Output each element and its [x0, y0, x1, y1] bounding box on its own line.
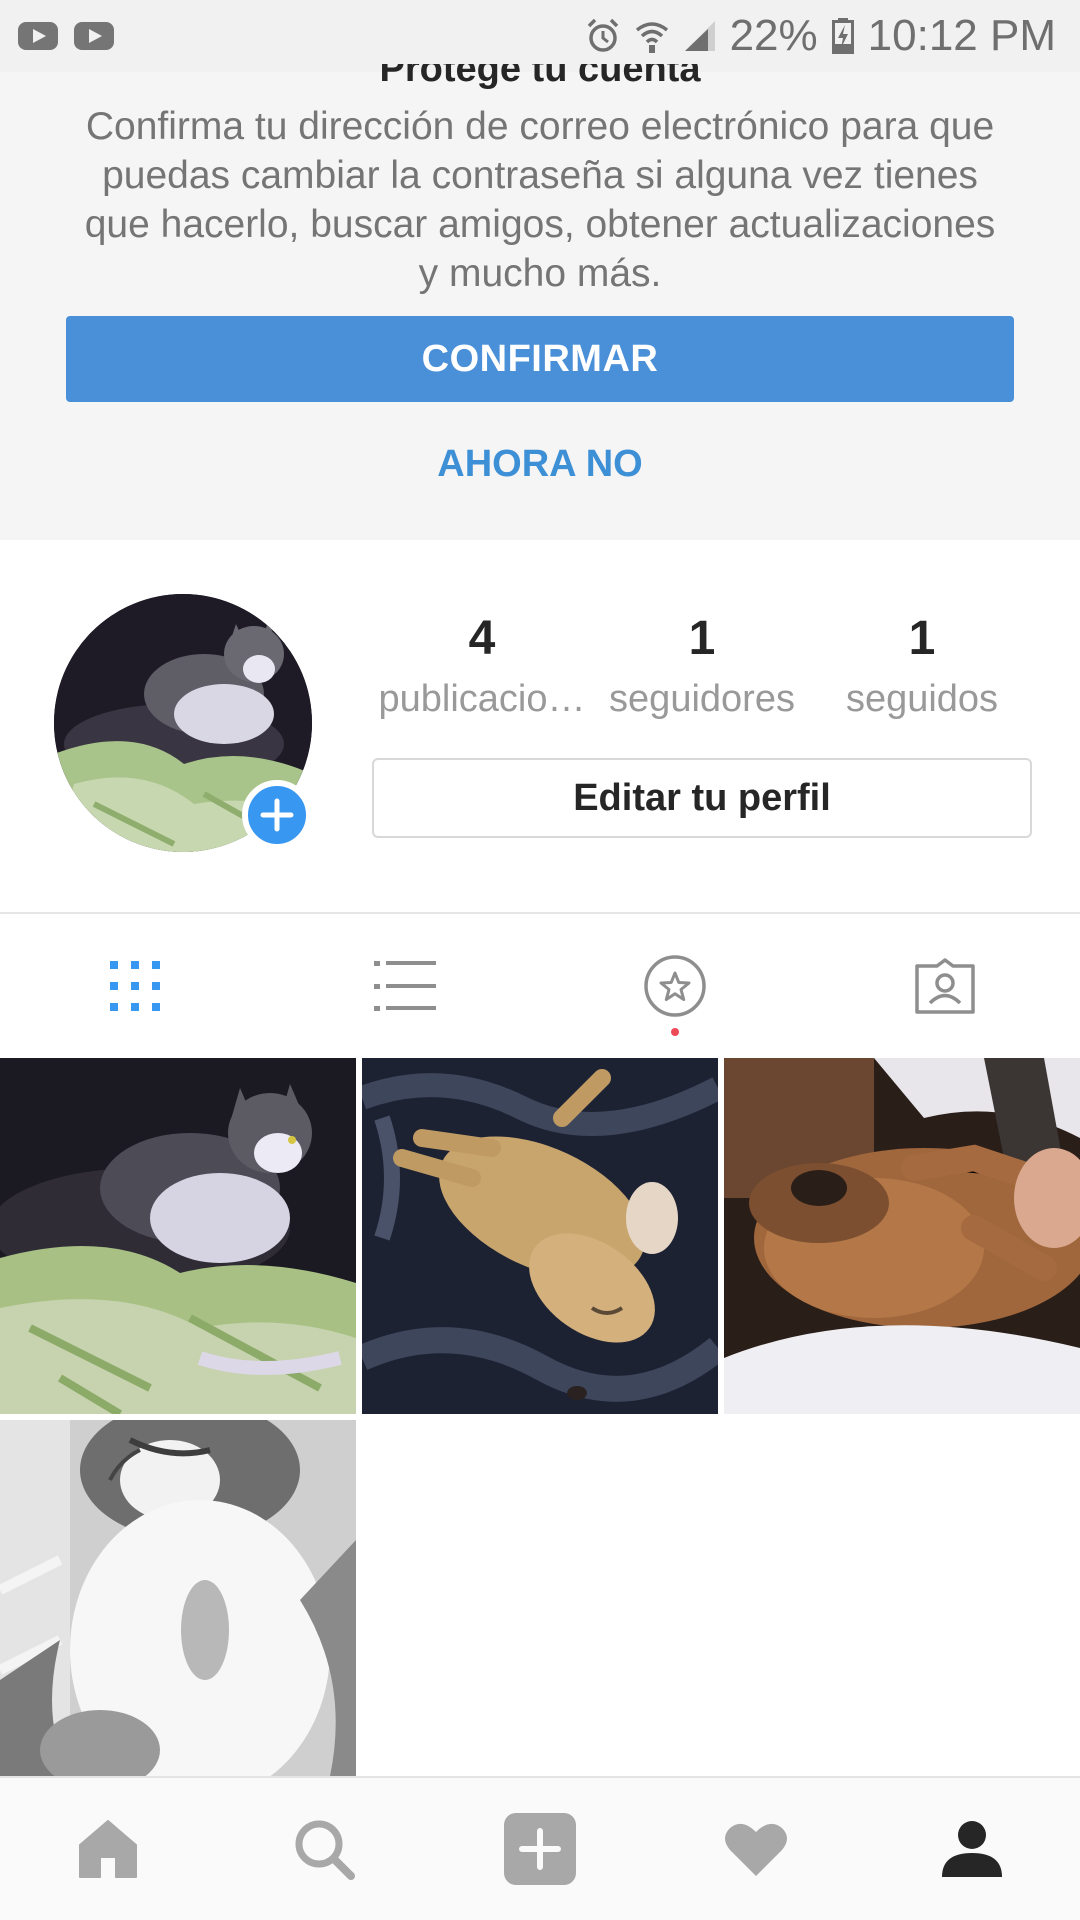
system-status: 22% 10:12 PM [586, 11, 1056, 61]
nav-activity[interactable] [648, 1778, 864, 1920]
add-story-button[interactable] [242, 780, 312, 850]
list-icon [374, 961, 436, 1011]
youtube-icon [18, 22, 58, 50]
post-thumbnail[interactable] [0, 1058, 356, 1414]
tab-grid[interactable] [0, 914, 270, 1058]
confirm-email-button[interactable]: CONFIRMAR [66, 316, 1014, 402]
following-count: 1 [908, 612, 936, 665]
bottom-navigation [0, 1776, 1080, 1920]
plus-icon [260, 798, 294, 832]
profile-stats: 4 publicacio… 1 seguidores 1 seguidos [372, 608, 1032, 728]
post-thumbnail[interactable] [362, 1058, 718, 1414]
card-title-wrap: Protege tu cuenta [0, 64, 1080, 90]
notification-icons [18, 22, 114, 50]
post-thumbnail[interactable] [724, 1058, 1080, 1414]
stat-followers[interactable]: 1 seguidores [592, 608, 812, 728]
edit-profile-button[interactable]: Editar tu perfil [372, 758, 1032, 838]
battery-percent: 22% [729, 11, 818, 60]
tab-saved[interactable] [540, 914, 810, 1058]
status-bar: 22% 10:12 PM [0, 0, 1080, 72]
profile-icon [942, 1821, 1002, 1877]
wifi-icon [635, 22, 668, 53]
followers-count: 1 [688, 612, 716, 665]
protect-account-card: Protege tu cuenta Confirma tu dirección … [0, 64, 1080, 540]
signal-icon [684, 21, 715, 51]
following-label: seguidos [845, 678, 999, 720]
post-thumbnail[interactable] [0, 1420, 356, 1776]
clock: 10:12 PM [867, 11, 1056, 60]
tagged-icon [915, 958, 975, 1014]
search-icon [295, 1820, 355, 1880]
add-post-icon [504, 1813, 576, 1885]
card-title: Protege tu cuenta [379, 64, 701, 90]
grid-icon [110, 961, 160, 1011]
battery-charging-icon [831, 18, 854, 54]
nav-profile[interactable] [864, 1778, 1080, 1920]
nav-new-post[interactable] [432, 1778, 648, 1920]
stat-following[interactable]: 1 seguidos [812, 608, 1032, 728]
posts-count: 4 [468, 612, 496, 665]
stat-posts[interactable]: 4 publicacio… [372, 608, 592, 728]
not-now-button[interactable]: AHORA NO [340, 434, 740, 494]
tab-tagged[interactable] [810, 914, 1080, 1058]
nav-search[interactable] [216, 1778, 432, 1920]
youtube-icon [74, 22, 114, 50]
notification-dot [671, 1028, 679, 1036]
home-icon [79, 1820, 137, 1878]
alarm-icon [587, 18, 618, 52]
profile-view-tabs [0, 914, 1080, 1058]
card-description: Confirma tu dirección de correo electrón… [84, 105, 996, 295]
nav-home[interactable] [0, 1778, 216, 1920]
followers-label: seguidores [609, 678, 795, 720]
saved-star-icon [644, 955, 706, 1017]
tab-list[interactable] [270, 914, 540, 1058]
posts-label: publicacio… [378, 678, 586, 720]
activity-heart-icon [725, 1823, 787, 1876]
